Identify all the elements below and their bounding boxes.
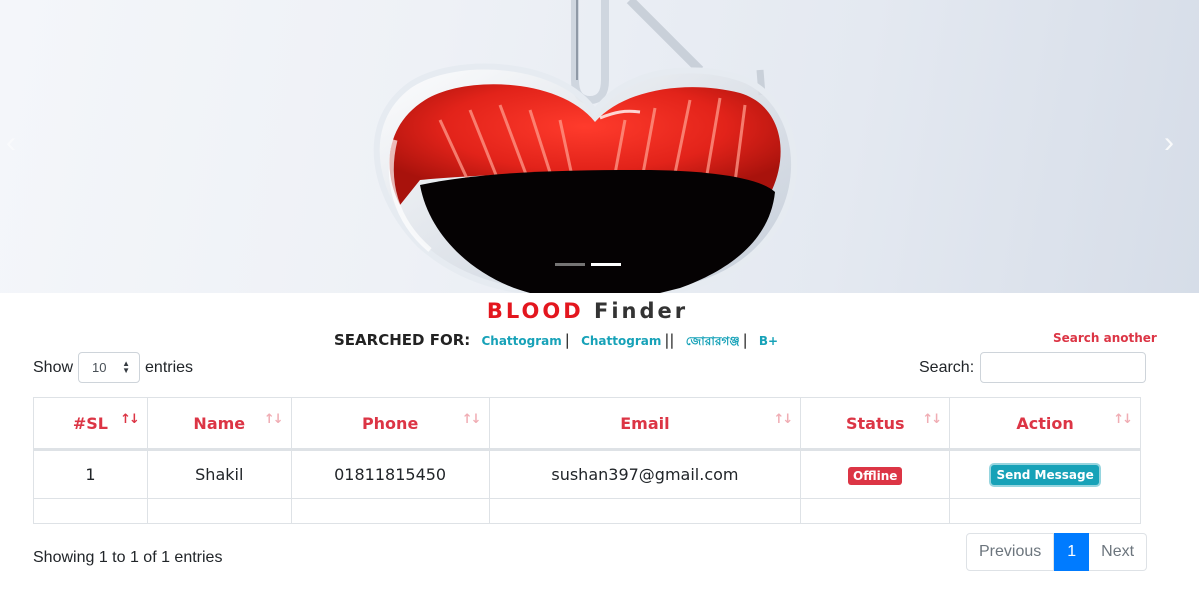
header-status[interactable]: Status ↑↓ [800, 397, 951, 451]
cell-status: Offline [800, 449, 951, 499]
table-info: Showing 1 to 1 of 1 entries [33, 549, 223, 566]
cell-name: Shakil [146, 449, 292, 499]
search-term-blood-group[interactable]: B+ [759, 334, 778, 348]
cell-action: Send Message [949, 449, 1141, 499]
pagination-page-1[interactable]: 1 [1054, 533, 1090, 571]
carousel-indicator-2[interactable] [591, 263, 621, 266]
header-sl[interactable]: #SL ↑↓ [33, 397, 148, 451]
status-badge: Offline [848, 466, 903, 485]
send-message-button[interactable]: Send Message [991, 465, 1099, 485]
search-another-link[interactable]: Search another [1053, 331, 1157, 345]
cell-sl: 1 [33, 449, 148, 499]
blood-bag-image [373, 0, 797, 293]
sort-icon: ↑↓ [263, 412, 284, 427]
search-term-division[interactable]: Chattogram [481, 334, 561, 348]
carousel-next-button[interactable]: › [1154, 128, 1184, 158]
pagination: Previous 1 Next [966, 533, 1148, 571]
select-arrows-icon: ▲ ▼ [122, 359, 131, 375]
table-header-row: #SL ↑↓ Name ↑↓ Phone ↑↓ Email ↑↓ Status ↑↓ Ac… [33, 397, 1141, 451]
sort-icon: ↑↓ [773, 412, 794, 427]
image-carousel: ‹ › [0, 0, 1199, 293]
search-input[interactable] [980, 352, 1147, 383]
pagination-next[interactable]: Next [1089, 533, 1148, 571]
cell-email: sushan397@gmail.com [488, 449, 802, 499]
carousel-indicators [555, 263, 621, 266]
header-email[interactable]: Email ↑↓ [488, 397, 802, 451]
carousel-indicator-1[interactable] [555, 263, 585, 266]
search-term-area[interactable]: জোরারগঞ্জ [686, 334, 740, 348]
sort-icon: ↑↓ [461, 412, 482, 427]
table-row-empty [33, 498, 1141, 524]
search-label: Search: [919, 358, 975, 376]
entries-label: entries [145, 358, 194, 376]
donor-table: #SL ↑↓ Name ↑↓ Phone ↑↓ Email ↑↓ Status ↑↓ Ac… [33, 397, 1141, 524]
header-name[interactable]: Name ↑↓ [146, 397, 292, 451]
header-action[interactable]: Action ↑↓ [949, 397, 1141, 451]
sort-asc-icon: ↑↓ [120, 412, 140, 427]
searched-for-line: SEARCHED FOR: Chattogram | Chattogram || জ… [334, 331, 779, 349]
entries-select[interactable]: 10 ▲ ▼ [78, 352, 141, 383]
carousel-prev-button[interactable]: ‹ [0, 128, 26, 158]
pagination-previous[interactable]: Previous [966, 533, 1055, 571]
sort-icon: ↑↓ [922, 412, 942, 427]
page-title: BLOOD Finder [0, 299, 1175, 323]
searched-for-label: SEARCHED FOR: [334, 331, 471, 349]
table-search: Search: [919, 352, 1147, 383]
header-phone[interactable]: Phone ↑↓ [290, 397, 490, 451]
title-blood: BLOOD [486, 299, 584, 323]
show-label: Show [33, 358, 74, 376]
entries-value: 10 [92, 360, 107, 375]
show-entries-control: Show 10 ▲ ▼ entries [33, 352, 193, 383]
table-row: 1 Shakil 01811815450 sushan397@gmail.com… [33, 449, 1141, 499]
title-finder: Finder [593, 299, 689, 323]
sort-icon: ↑↓ [1113, 412, 1133, 427]
cell-phone: 01811815450 [290, 449, 490, 499]
search-term-district[interactable]: Chattogram [581, 334, 661, 348]
